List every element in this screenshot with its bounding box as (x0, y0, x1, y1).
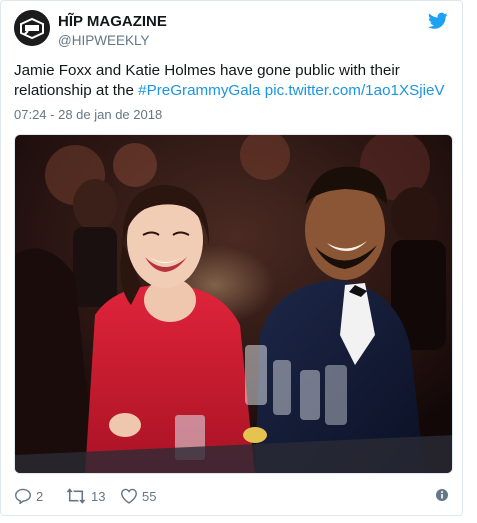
account-names[interactable]: HĨP MAGAZINE @HIPWEEKLY (58, 13, 167, 50)
account-handle[interactable]: @HIPWEEKLY (58, 32, 167, 50)
avatar[interactable] (14, 10, 50, 46)
twitter-bird-icon[interactable] (428, 12, 448, 30)
reply-button[interactable]: 2 (14, 485, 43, 507)
embedded-tweet-card: HĨP MAGAZINE @HIPWEEKLY Jamie Foxx and K… (0, 0, 463, 516)
like-count: 55 (142, 488, 157, 504)
heart-icon (120, 488, 138, 504)
reply-count: 2 (36, 488, 44, 504)
tweet-photo[interactable] (14, 134, 453, 474)
retweet-icon (66, 488, 86, 504)
info-icon[interactable] (435, 488, 449, 505)
tweet-text: Jamie Foxx and Katie Holmes have gone pu… (14, 61, 454, 101)
tweet-timestamp[interactable]: 07:24 - 28 de jan de 2018 (14, 107, 162, 122)
event-photo-illustration (15, 135, 452, 473)
reply-icon (14, 488, 32, 504)
media-link[interactable]: pic.twitter.com/1ao1XSjieV (265, 82, 445, 99)
retweet-button[interactable]: 13 (65, 485, 105, 507)
display-name[interactable]: HĨP MAGAZINE (58, 13, 167, 31)
hashtag-link[interactable]: #PreGrammyGala (138, 82, 260, 99)
tweet-header: HĨP MAGAZINE @HIPWEEKLY (14, 10, 448, 50)
like-button[interactable]: 55 (120, 485, 156, 507)
retweet-count: 13 (91, 488, 106, 504)
tweet-actions: 2 13 55 (14, 485, 449, 507)
